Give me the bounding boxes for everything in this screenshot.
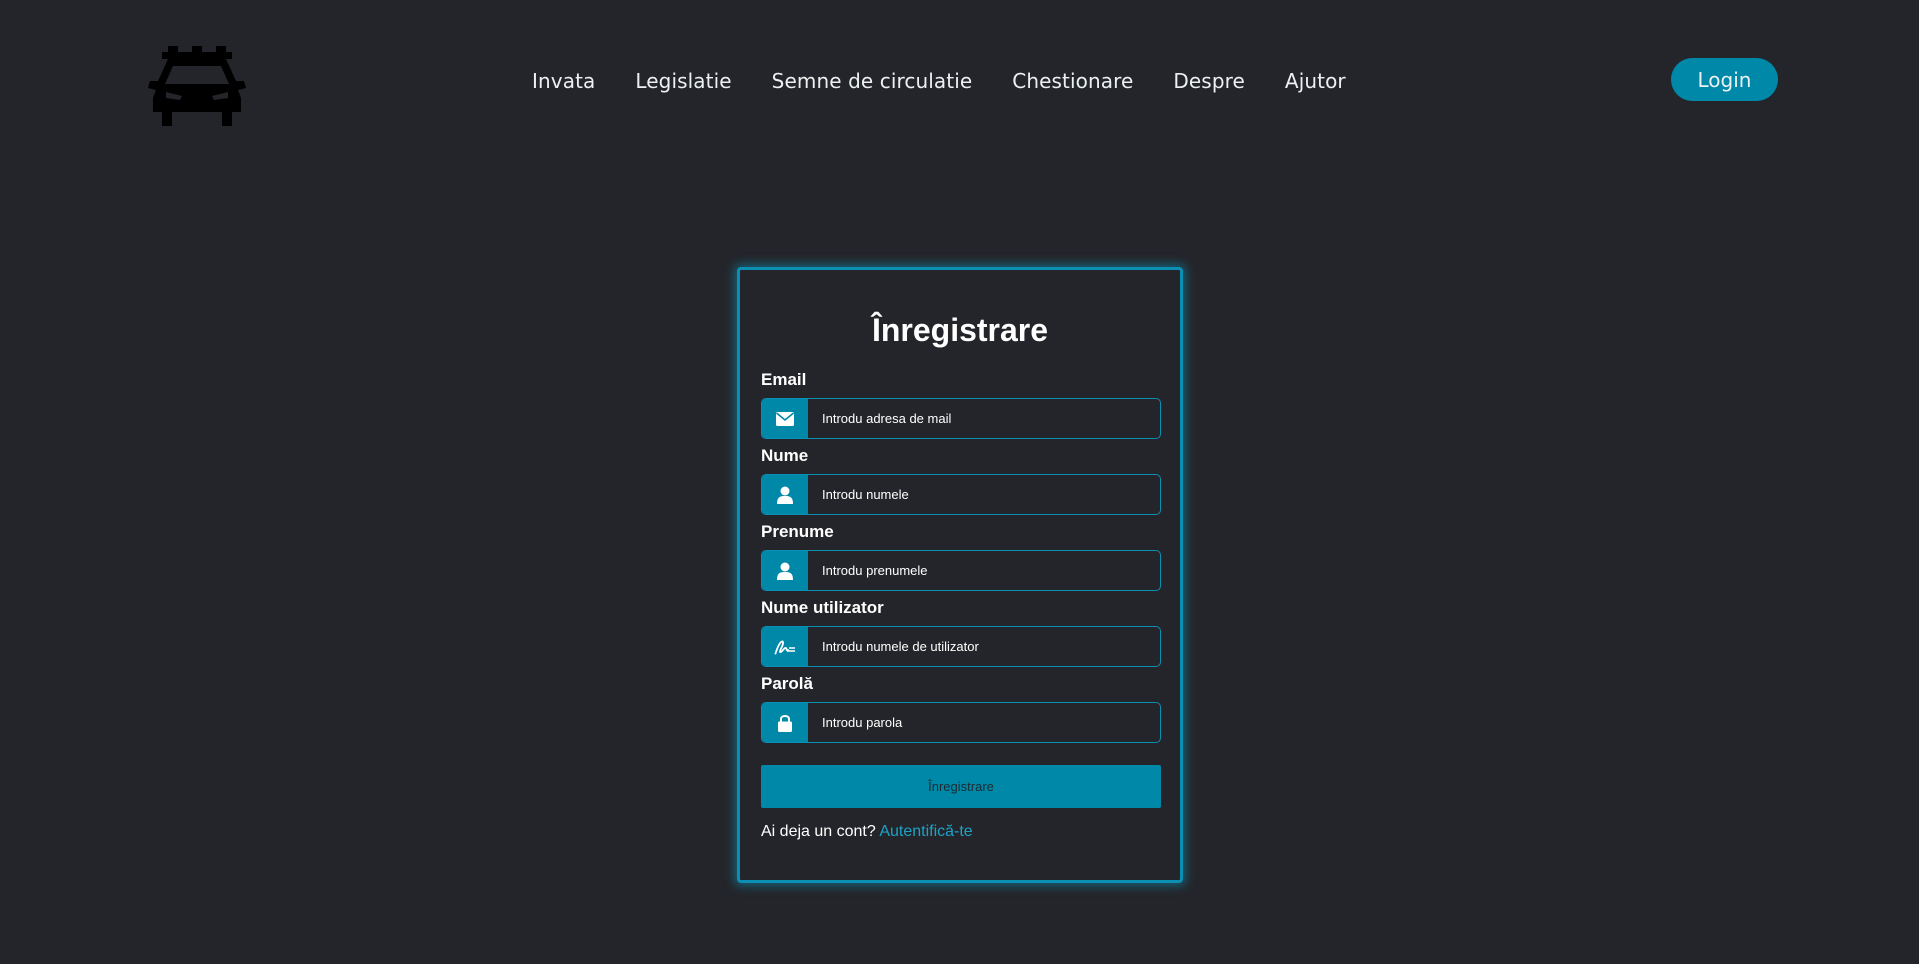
password-input-group <box>761 702 1161 743</box>
prenume-input-group <box>761 550 1161 591</box>
police-car-icon[interactable] <box>146 46 248 126</box>
signin-prompt: Ai deja un cont? Autentifică-te <box>761 823 973 841</box>
nav-chestionare[interactable]: Chestionare <box>992 69 1153 93</box>
nav-legislatie[interactable]: Legislatie <box>615 69 751 93</box>
nav-despre[interactable]: Despre <box>1153 69 1265 93</box>
nav-ajutor[interactable]: Ajutor <box>1265 69 1366 93</box>
login-button[interactable]: Login <box>1671 58 1778 101</box>
register-card: Înregistrare Email Nume Prenume <box>737 267 1183 883</box>
password-input[interactable] <box>808 703 1160 742</box>
email-label: Email <box>761 370 807 389</box>
nume-input-group <box>761 474 1161 515</box>
username-input[interactable] <box>808 627 1160 666</box>
email-input[interactable] <box>808 399 1160 438</box>
username-label: Nume utilizator <box>761 598 884 617</box>
main-nav: Invata Legislatie Semne de circulatie Ch… <box>512 62 1366 100</box>
site-header: Invata Legislatie Semne de circulatie Ch… <box>0 0 1919 160</box>
nume-input[interactable] <box>808 475 1160 514</box>
nav-invata[interactable]: Invata <box>512 69 615 93</box>
signin-link[interactable]: Autentifică-te <box>879 823 972 840</box>
password-label: Parolă <box>761 674 813 693</box>
envelope-icon <box>762 399 808 438</box>
has-account-text: Ai deja un cont? <box>761 823 876 840</box>
signature-icon <box>762 627 808 666</box>
username-input-group <box>761 626 1161 667</box>
prenume-label: Prenume <box>761 522 834 541</box>
register-submit-button[interactable]: Înregistrare <box>761 765 1161 808</box>
nav-semne-de-circulatie[interactable]: Semne de circulatie <box>752 69 993 93</box>
user-icon <box>762 551 808 590</box>
email-input-group <box>761 398 1161 439</box>
prenume-input[interactable] <box>808 551 1160 590</box>
lock-icon <box>762 703 808 742</box>
nume-label: Nume <box>761 446 809 465</box>
form-title: Înregistrare <box>871 312 1049 348</box>
user-icon <box>762 475 808 514</box>
